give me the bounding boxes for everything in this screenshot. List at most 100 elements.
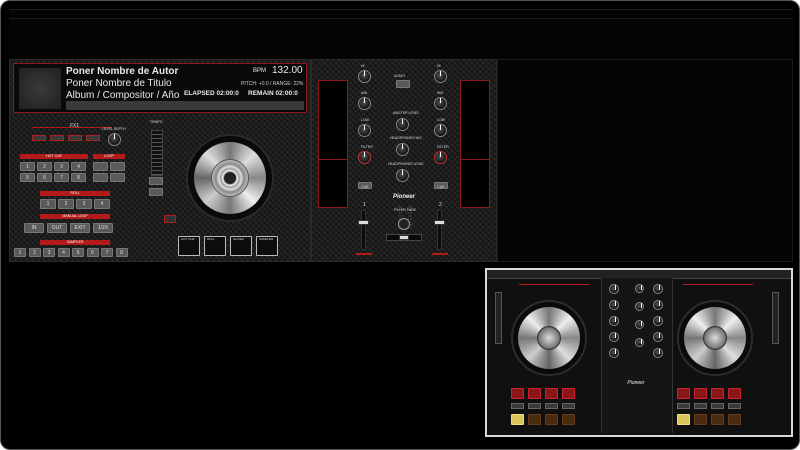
- channel-1-cue-button[interactable]: CUE: [358, 182, 372, 189]
- pad-mode-button[interactable]: SLICER: [230, 236, 252, 256]
- channel-2-mid-knob[interactable]: [434, 97, 447, 110]
- headphones-level-knob[interactable]: [396, 169, 409, 182]
- loop-button-4[interactable]: [110, 173, 125, 182]
- tempo-slider[interactable]: [151, 130, 163, 176]
- channel-2-filter-label: FILTER: [437, 145, 449, 149]
- filter-fade-label: FILTER FADE: [394, 208, 416, 212]
- controller-pad: [694, 414, 707, 425]
- channel-1-label: 1: [363, 202, 366, 208]
- hot-cue-pad[interactable]: 2: [37, 162, 52, 171]
- headphones-mix-knob[interactable]: [396, 143, 409, 156]
- sampler-pad[interactable]: 6: [86, 248, 99, 257]
- controller-red-pad: [511, 388, 524, 399]
- sampler-pad[interactable]: 5: [72, 248, 84, 257]
- fx-button-4[interactable]: [86, 135, 100, 141]
- channel-2-hi-knob[interactable]: [434, 70, 447, 83]
- channel-1-mid-label: MID: [361, 91, 368, 95]
- filter-fade-button[interactable]: [398, 218, 410, 230]
- sync-button[interactable]: [149, 177, 163, 185]
- bpm-label: BPM: [253, 68, 267, 74]
- tempo-label: TEMPO: [150, 120, 163, 124]
- channel-2-fader[interactable]: [437, 210, 442, 250]
- controller-knob: [609, 332, 619, 342]
- roll-pad[interactable]: 2: [58, 199, 74, 209]
- loop-button-3[interactable]: [93, 173, 108, 182]
- channel-2-filter-knob[interactable]: [434, 151, 447, 164]
- channel-1-hi-knob[interactable]: [358, 70, 371, 83]
- controller-mode-button: [728, 403, 741, 409]
- channel-1-fader[interactable]: [361, 210, 366, 250]
- channel-2-label: 2: [439, 202, 442, 208]
- sampler-pad[interactable]: 7: [101, 248, 113, 257]
- hot-cue-pad[interactable]: 5: [20, 173, 35, 182]
- loop-control-button[interactable]: IN: [24, 223, 44, 233]
- sampler-pad[interactable]: 3: [43, 248, 55, 257]
- channel-1-mid-knob[interactable]: [358, 97, 371, 110]
- pad-mode-button[interactable]: HOT CUE: [178, 236, 200, 256]
- loop-control-button[interactable]: 1/2X: [93, 223, 113, 233]
- pad-mode-button[interactable]: ROLL: [204, 236, 226, 256]
- loop-button-2[interactable]: [110, 162, 125, 171]
- channel-1-low-label: LOW: [361, 118, 369, 122]
- channel-1-low-knob[interactable]: [358, 124, 371, 137]
- controller-red-pad: [711, 388, 724, 399]
- hot-cue-pad[interactable]: 4: [71, 162, 86, 171]
- channel-2-low-knob[interactable]: [434, 124, 447, 137]
- rec-button[interactable]: [396, 80, 410, 88]
- loop-button-1[interactable]: [93, 162, 108, 171]
- pioneer-logo: Pioneer: [392, 194, 415, 200]
- controller-mode-button: [694, 403, 707, 409]
- master-level-knob[interactable]: [396, 118, 409, 131]
- album-art: [19, 68, 61, 109]
- track-artist: Poner Nombre de Autor: [66, 66, 179, 77]
- sampler-pad[interactable]: 4: [57, 248, 70, 257]
- roll-label: ROLL: [40, 191, 110, 196]
- controller-pad: [728, 414, 741, 425]
- controller-knob: [609, 348, 619, 358]
- crossfader-cap[interactable]: [399, 235, 409, 240]
- channel-1-filter-knob[interactable]: [358, 151, 371, 164]
- fx-button-2[interactable]: [50, 135, 64, 141]
- deck-a-panel: Poner Nombre de Autor Poner Nombre de Ti…: [9, 59, 311, 262]
- deck-2-display: [460, 80, 490, 208]
- fx-button-3[interactable]: [68, 135, 82, 141]
- level-depth-label: LEVEL DEPTH: [102, 127, 126, 131]
- loop-control-button[interactable]: OUT: [47, 223, 67, 233]
- hot-cue-pad[interactable]: 7: [54, 173, 69, 182]
- controller-knob: [609, 316, 619, 326]
- fx-level-depth-knob[interactable]: [108, 133, 121, 146]
- key-lock-button[interactable]: [149, 188, 163, 196]
- sampler-pad[interactable]: 2: [28, 248, 41, 257]
- controller-pad: [528, 414, 541, 425]
- controller-pad: [677, 414, 690, 425]
- controller-pad: [545, 414, 558, 425]
- deck-b-placeholder: [497, 59, 793, 262]
- hot-cue-pad[interactable]: 6: [37, 173, 52, 182]
- fx-button-1[interactable]: [32, 135, 46, 141]
- controller-brand: Pioneer: [627, 380, 645, 386]
- controller-knob: [609, 284, 619, 294]
- channel-1-fader-cap[interactable]: [358, 220, 369, 225]
- sampler-pad[interactable]: 1: [14, 248, 26, 257]
- headphones-mix-label: HEADPHONES MIX: [390, 136, 422, 140]
- hot-cue-pad[interactable]: 3: [54, 162, 69, 171]
- roll-pad[interactable]: 3: [76, 199, 92, 209]
- loop-control-button[interactable]: EXIT: [70, 223, 90, 233]
- bpm-value: 132.00: [272, 65, 303, 76]
- controller-knob: [653, 348, 663, 358]
- hot-cue-pad[interactable]: 8: [71, 173, 86, 182]
- sampler-pad[interactable]: 8: [115, 248, 128, 257]
- channel-2-cue-button[interactable]: CUE: [434, 182, 448, 189]
- controller-knob: [653, 284, 663, 294]
- controller-red-pad: [545, 388, 558, 399]
- channel-2-low-label: LOW: [437, 118, 445, 122]
- roll-pad[interactable]: 1: [40, 199, 56, 209]
- channel-1-hi-label: HI: [361, 64, 365, 68]
- waveform[interactable]: [66, 101, 304, 110]
- roll-pad[interactable]: 4: [94, 199, 110, 209]
- hot-cue-pad[interactable]: 1: [20, 162, 35, 171]
- shift-button[interactable]: [164, 215, 176, 223]
- pad-mode-button[interactable]: SAMPLER: [256, 236, 278, 256]
- jog-hub: [223, 171, 237, 185]
- channel-2-fader-cap[interactable]: [434, 220, 445, 225]
